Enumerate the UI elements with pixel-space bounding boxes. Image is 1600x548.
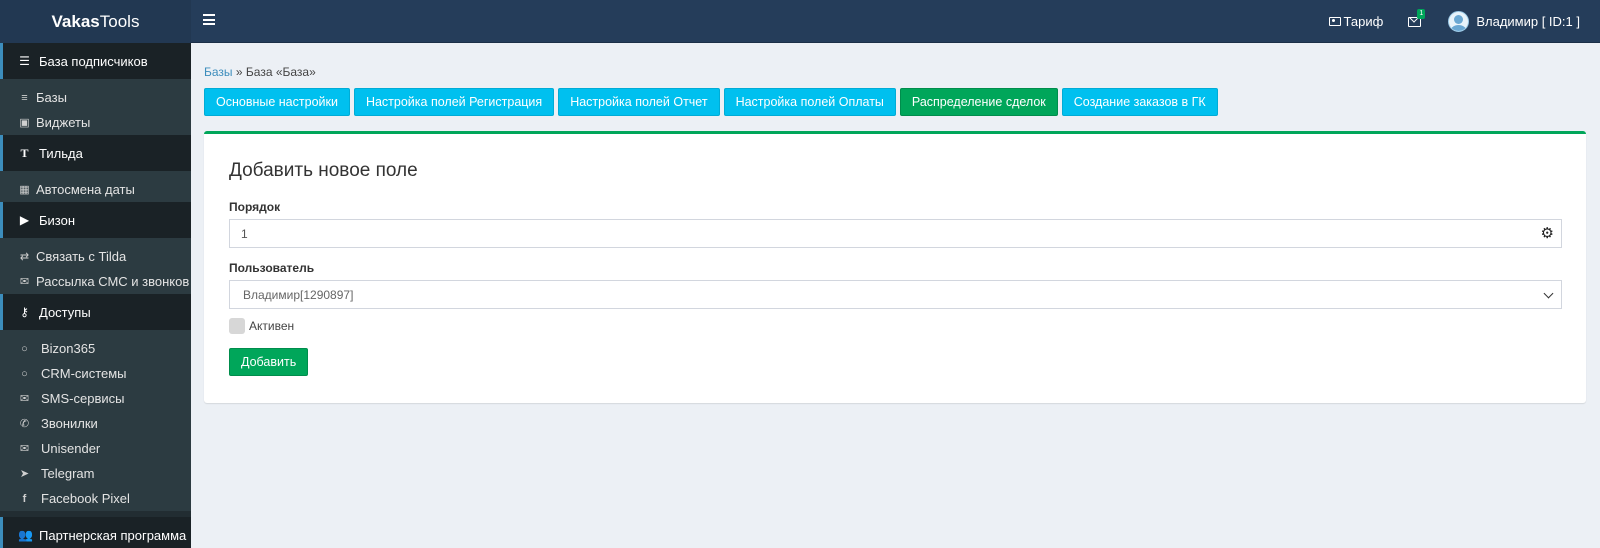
brand-bold: Vakas [51,11,100,31]
sidebar-section-access[interactable]: ⚷ Доступы [0,294,191,330]
envelope-icon: ✉ [19,276,30,288]
breadcrumb-current: База «База» [245,65,316,79]
sidebar-section-label: Партнерская программа [39,527,187,543]
breadcrumb-separator: » [235,65,243,79]
add-button[interactable]: Добавить [229,348,309,376]
database-list-icon: ☰ [19,54,30,68]
breadcrumb-link-bases[interactable]: Базы [204,65,233,79]
database-icon: ≡ [21,91,28,104]
messages-link[interactable]: 1 [1408,8,1426,27]
main-content: Базы » База «База» Основные настройки На… [191,43,1600,548]
paper-plane-icon: ➤ [19,468,30,480]
sidebar-item-label: Bizon365 [41,341,96,356]
sidebar-item-unisender[interactable]: ✉ Unisender [0,436,191,461]
breadcrumb: Базы » База «База» [204,65,316,79]
users-icon: 👥 [18,528,33,542]
sidebar-item-label: Звонилки [41,416,98,431]
sidebar-section-label: Бизон [39,212,76,228]
user-select[interactable]: Владимир[1290897] [229,280,1562,309]
active-checkbox[interactable] [229,318,245,334]
sidebar-section-label: Тильда [39,145,83,161]
sidebar-item-link-tilda[interactable]: ⇄ Связать с Tilda [0,244,191,269]
order-label: Порядок [229,200,281,214]
calendar-icon: ▦ [19,184,30,196]
chevron-down-icon [1543,288,1554,299]
widget-icon: ▣ [19,117,30,129]
phone-icon: ✆ [19,418,30,430]
sidebar-item-label: Unisender [41,441,101,456]
sidebar-item-label: SMS-сервисы [41,391,125,406]
sidebar-item-bases[interactable]: ≡ Базы [0,85,191,110]
sidebar-item-auto-date[interactable]: ▦ Автосмена даты [0,177,191,202]
sidebar-section-partner[interactable]: 👥 Партнерская программа [0,517,191,548]
circle-icon: ○ [21,342,28,355]
sidebar-item-label: Базы [36,90,67,105]
user-select-value: Владимир[1290897] [243,287,354,302]
sidebar-item-label: Автосмена даты [36,182,135,197]
user-label: Владимир [ ID:1 ] [1476,14,1580,29]
sidebar-item-label: Виджеты [36,115,91,130]
text-icon: T [20,145,29,160]
sidebar-item-sms-calls[interactable]: ✉ Рассылка СМС и звонков [0,269,191,294]
tariff-label: Тариф [1343,14,1384,29]
sidebar-item-telegram[interactable]: ➤ Telegram [0,461,191,486]
menu-toggle-icon[interactable] [203,14,215,25]
sidebar-section-bizon[interactable]: ▶ Бизон [0,202,191,238]
tab-gk-orders[interactable]: Создание заказов в ГК [1061,88,1218,116]
navbar-right: Тариф 1 Владимир [ ID:1 ] [1305,0,1580,43]
brand-rest: Tools [99,11,140,31]
tab-main-settings[interactable]: Основные настройки [204,88,350,116]
money-icon [1328,17,1341,26]
sidebar-item-dialers[interactable]: ✆ Звонилки [0,411,191,436]
youtube-icon: ▶ [19,213,30,227]
circle-icon: ○ [21,367,28,380]
exchange-icon: ⇄ [19,251,30,263]
user-field-label: Пользователь [229,261,315,275]
sidebar-item-crm[interactable]: ○ CRM-системы [0,361,191,386]
tab-report-fields[interactable]: Настройка полей Отчет [558,88,720,116]
sidebar-item-label: Связать с Tilda [36,249,127,264]
sidebar-item-label: Рассылка СМС и звонков [36,274,190,289]
facebook-icon: f [22,492,27,505]
sidebar-item-label: Telegram [41,466,95,481]
order-value: 1 [241,226,248,241]
brand-logo[interactable]: Vakas Tools [0,0,191,43]
sidebar-item-label: CRM-системы [41,366,127,381]
sidebar-item-label: Facebook Pixel [41,491,130,506]
tab-registration-fields[interactable]: Настройка полей Регистрация [353,88,555,116]
gear-icon[interactable]: ⚙ [1541,226,1554,241]
sidebar-item-bizon365[interactable]: ○ Bizon365 [0,336,191,361]
key-icon: ⚷ [20,305,29,319]
sidebar-item-sms-services[interactable]: ✉ SMS-сервисы [0,386,191,411]
envelope-icon: ✉ [19,443,30,455]
order-input[interactable]: 1 ⚙ [229,219,1562,248]
tariff-link[interactable]: Тариф [1328,14,1384,29]
top-navbar: Vakas Tools Тариф 1 Владимир [ ID:1 ] [0,0,1600,43]
sidebar-section-label: Доступы [39,304,91,320]
sidebar: ☰ База подписчиков ≡ Базы ▣ Виджеты T Ти… [0,43,191,548]
sidebar-item-facebook-pixel[interactable]: f Facebook Pixel [0,486,191,511]
form-title: Добавить новое поле [229,160,418,181]
envelope-icon: ✉ [19,393,30,405]
user-menu[interactable]: Владимир [ ID:1 ] [1448,11,1580,32]
sidebar-section-tilda[interactable]: T Тильда [0,135,191,171]
sidebar-section-label: База подписчиков [39,53,148,69]
active-checkbox-row: Активен [229,318,294,334]
sidebar-section-subscribers[interactable]: ☰ База подписчиков [0,43,191,79]
add-field-form: Добавить новое поле Порядок 1 ⚙ Пользова… [204,131,1586,403]
tab-deal-distribution[interactable]: Распределение сделок [899,88,1058,116]
tab-payment-fields[interactable]: Настройка полей Оплаты [723,88,896,116]
settings-tabs: Основные настройки Настройка полей Регис… [204,88,1222,116]
avatar [1448,11,1470,32]
messages-badge: 1 [1417,8,1426,19]
active-label: Активен [249,319,295,333]
sidebar-item-widgets[interactable]: ▣ Виджеты [0,110,191,135]
